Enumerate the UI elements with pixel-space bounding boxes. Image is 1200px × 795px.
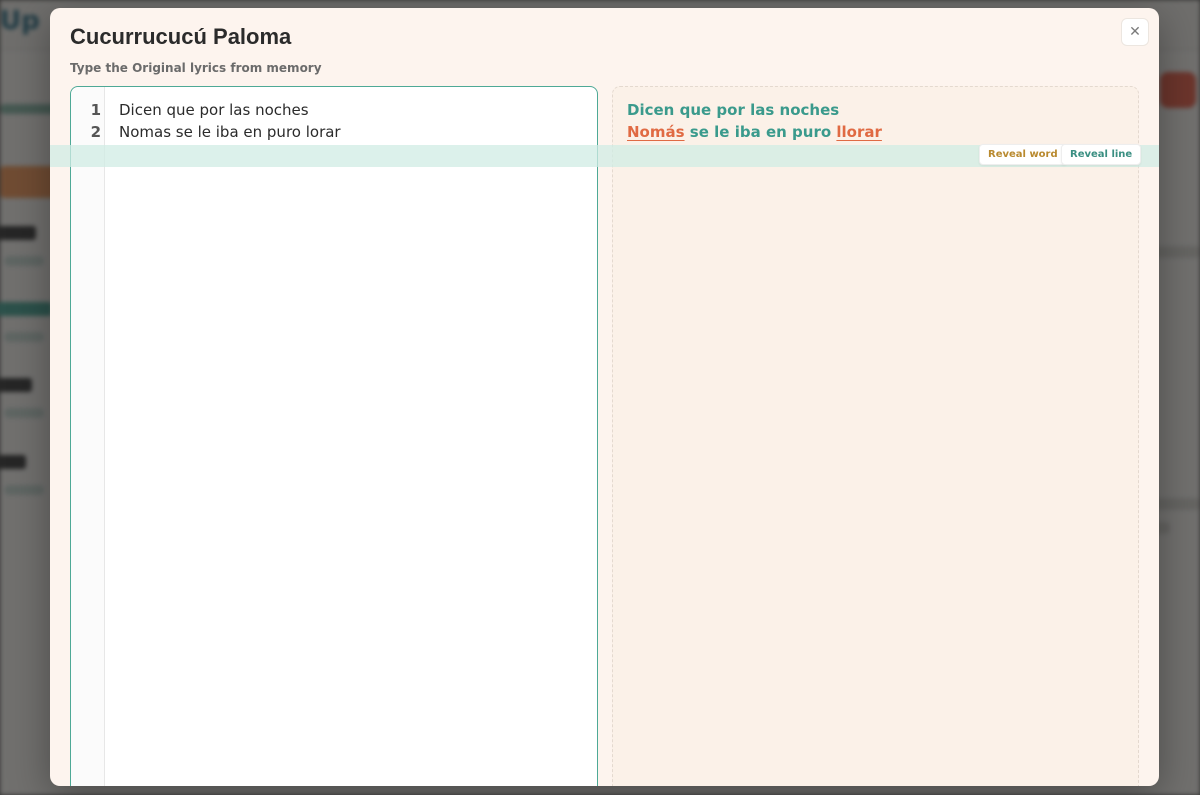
reveal-line-button[interactable]: Reveal line	[1061, 144, 1142, 165]
answer-line: Dicen que por las noches	[627, 101, 839, 119]
line-number: 2	[90, 123, 101, 141]
correct-word: Dicen	[627, 101, 675, 119]
correct-word: por	[716, 101, 745, 119]
correct-word: en	[765, 123, 787, 141]
incorrect-word: llorar	[836, 123, 882, 141]
correct-word: que	[679, 101, 712, 119]
correct-word: las	[750, 101, 775, 119]
correct-word: iba	[734, 123, 761, 141]
line-number-gutter: 1 2	[71, 87, 105, 786]
lyrics-editor[interactable]: 1 2 Dicen que por las noches Nomas se le…	[70, 86, 598, 786]
modal-subtitle: Type the Original lyrics from memory	[70, 61, 322, 75]
editor-line[interactable]: Nomas se le iba en puro lorar	[119, 123, 341, 141]
incorrect-word: Nomás	[627, 123, 685, 141]
modal-title: Cucurrucucú Paloma	[70, 24, 292, 49]
answer-pane: Dicen que por las noches Nomás se le iba…	[612, 86, 1139, 786]
line-number: 1	[90, 101, 101, 119]
correct-word: le	[714, 123, 730, 141]
close-button[interactable]: ✕	[1121, 18, 1149, 46]
lyrics-modal: Cucurrucucú Paloma Type the Original lyr…	[50, 8, 1159, 786]
reveal-word-button[interactable]: Reveal word	[979, 144, 1067, 165]
editor-line[interactable]: Dicen que por las noches	[119, 101, 309, 119]
answer-line: Nomás se le iba en puro llorar	[627, 123, 882, 141]
correct-word: puro	[792, 123, 832, 141]
correct-word: se	[689, 123, 709, 141]
correct-word: noches	[779, 101, 840, 119]
close-icon: ✕	[1129, 24, 1141, 40]
